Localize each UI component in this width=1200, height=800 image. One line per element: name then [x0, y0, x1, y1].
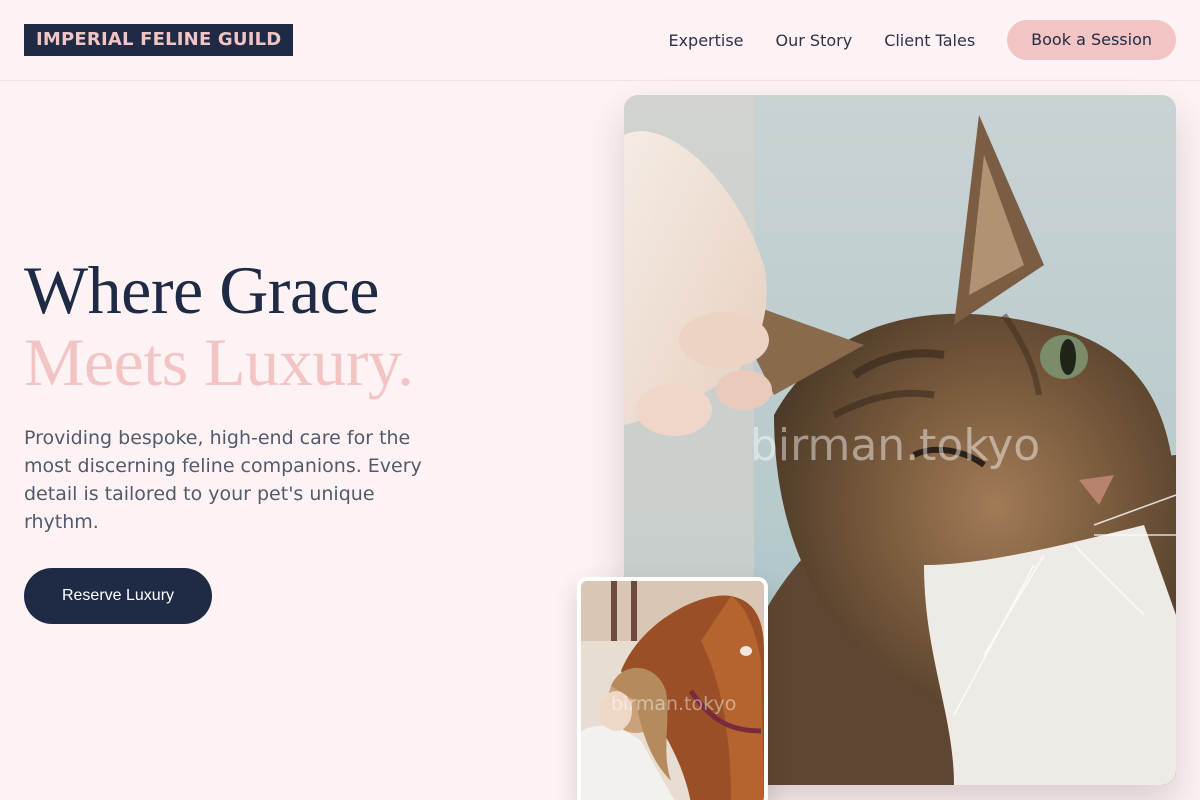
reserve-luxury-button[interactable]: Reserve Luxury [24, 568, 212, 624]
nav-link-expertise[interactable]: Expertise [668, 31, 743, 50]
hero-subtitle: Providing bespoke, high-end care for the… [24, 427, 422, 533]
horse-photo-illustration [581, 581, 764, 800]
top-navigation-bar: IMPERIAL FELINE GUILD Expertise Our Stor… [0, 0, 1200, 81]
hero-title-line-2: Meets Luxury. [24, 324, 414, 400]
horse-care-photo: birman.tokyo [577, 577, 768, 800]
watermark-small: birman.tokyo [611, 693, 737, 715]
hero-title: Where Grace Meets Luxury. [24, 254, 584, 398]
nav-link-our-story[interactable]: Our Story [776, 31, 853, 50]
brand-logo[interactable]: IMPERIAL FELINE GUILD [24, 24, 294, 56]
watermark-main: birman.tokyo [750, 420, 1041, 471]
main-nav: Expertise Our Story Client Tales Book a … [668, 20, 1176, 60]
book-session-button[interactable]: Book a Session [1007, 20, 1176, 60]
hero-title-line-1: Where Grace [24, 252, 380, 328]
nav-link-client-tales[interactable]: Client Tales [884, 31, 975, 50]
